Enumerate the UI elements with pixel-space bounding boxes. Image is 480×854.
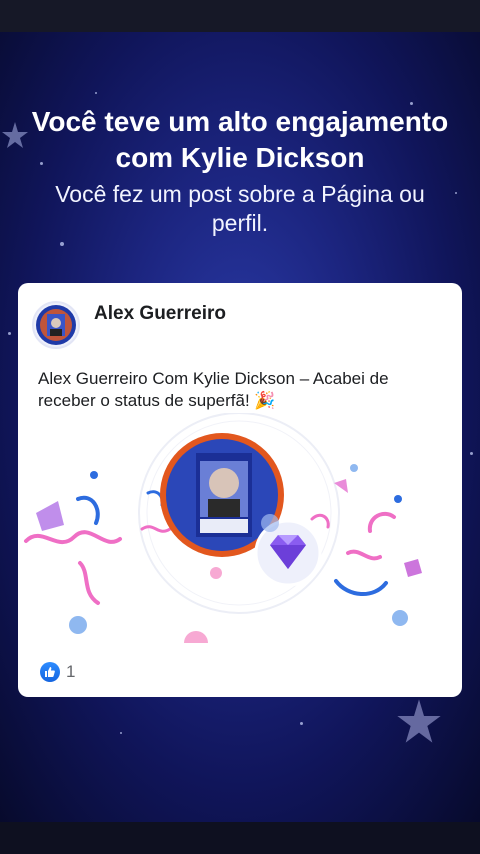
subheadline: Você fez um post sobre a Página ou perfi… bbox=[55, 181, 425, 236]
headline: Você teve um alto engajamento com Kylie … bbox=[31, 106, 449, 173]
profile-picture-icon bbox=[36, 305, 76, 345]
post-text: Alex Guerreiro Com Kylie Dickson – Acabe… bbox=[38, 369, 389, 410]
star-icon bbox=[397, 699, 441, 743]
reaction-count: 1 bbox=[66, 662, 76, 681]
like-icon[interactable] bbox=[40, 662, 60, 682]
top-status-bar bbox=[0, 0, 480, 32]
post-author[interactable]: Alex Guerreiro bbox=[94, 303, 226, 325]
avatar[interactable] bbox=[32, 301, 80, 349]
post-card[interactable]: Alex Guerreiro Alex Guerreiro Com Kylie … bbox=[18, 283, 462, 697]
bottom-navigation-bar bbox=[0, 822, 480, 854]
superfan-artwork bbox=[24, 413, 422, 643]
reactions-bar[interactable]: 1 bbox=[40, 661, 75, 683]
